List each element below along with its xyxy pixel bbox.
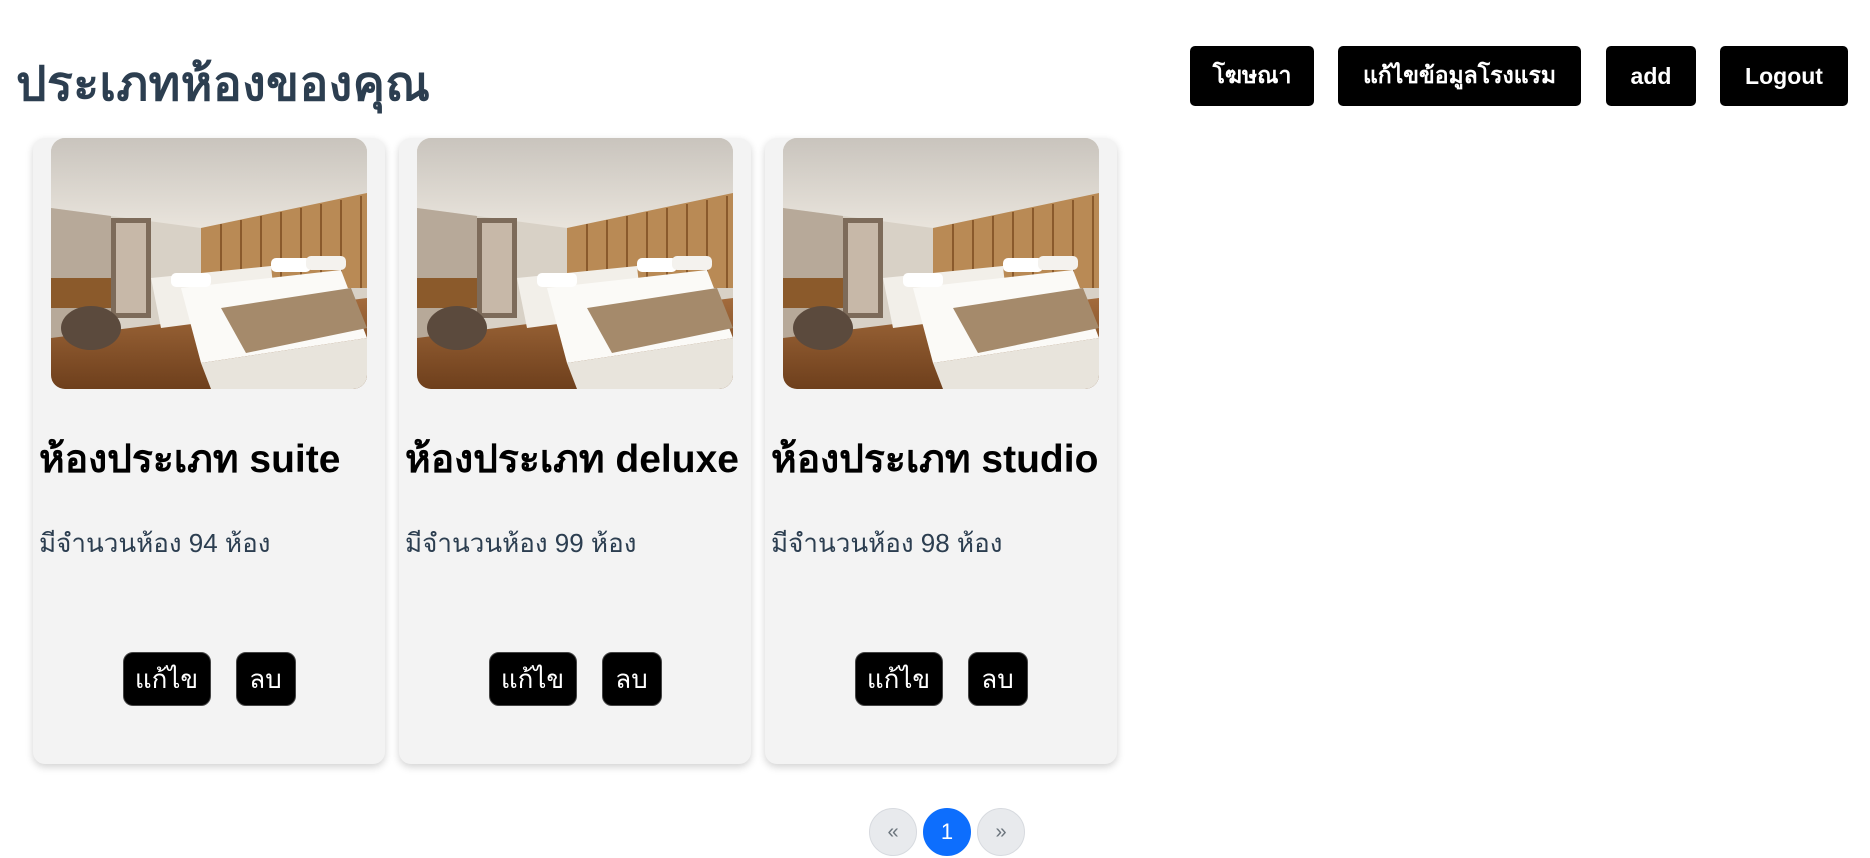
header: ประเภทห้องของคุณ โฆษณา แก้ไขข้อมูลโรงแรม…: [0, 0, 1870, 130]
add-button[interactable]: add: [1606, 46, 1696, 106]
room-image: [783, 138, 1099, 389]
edit-hotel-info-button[interactable]: แก้ไขข้อมูลโรงแรม: [1338, 46, 1581, 106]
room-type-card: ห้องประเภท deluxe มีจำนวนห้อง 99 ห้อง แก…: [399, 138, 751, 764]
card-actions: แก้ไข ลบ: [33, 652, 385, 706]
room-count: มีจำนวนห้อง 98 ห้อง: [771, 528, 1003, 558]
card-actions: แก้ไข ลบ: [765, 652, 1117, 706]
edit-button[interactable]: แก้ไข: [488, 652, 577, 706]
room-image: [51, 138, 367, 389]
room-count: มีจำนวนห้อง 94 ห้อง: [39, 528, 271, 558]
room-type-list: ห้องประเภท suite มีจำนวนห้อง 94 ห้อง แก้…: [33, 138, 1117, 764]
edit-button[interactable]: แก้ไข: [854, 652, 943, 706]
hotel-room-photo: [51, 138, 367, 389]
page-title: ประเภทห้องของคุณ: [16, 58, 431, 111]
hotel-room-photo: [417, 138, 733, 389]
room-type-card: ห้องประเภท suite มีจำนวนห้อง 94 ห้อง แก้…: [33, 138, 385, 764]
delete-button[interactable]: ลบ: [967, 652, 1028, 706]
room-type-title: ห้องประเภท studio: [771, 438, 1099, 481]
pagination: « 1 »: [869, 808, 1025, 856]
pagination-prev-button[interactable]: «: [869, 808, 917, 856]
page: ประเภทห้องของคุณ โฆษณา แก้ไขข้อมูลโรงแรม…: [0, 0, 1870, 858]
room-image: [417, 138, 733, 389]
delete-button[interactable]: ลบ: [601, 652, 662, 706]
room-count: มีจำนวนห้อง 99 ห้อง: [405, 528, 637, 558]
delete-button[interactable]: ลบ: [235, 652, 296, 706]
room-type-title: ห้องประเภท suite: [39, 438, 341, 481]
room-type-title: ห้องประเภท deluxe: [405, 438, 739, 481]
pagination-next-button[interactable]: »: [977, 808, 1025, 856]
room-type-card: ห้องประเภท studio มีจำนวนห้อง 98 ห้อง แก…: [765, 138, 1117, 764]
card-actions: แก้ไข ลบ: [399, 652, 751, 706]
logout-button[interactable]: Logout: [1720, 46, 1848, 106]
ads-button[interactable]: โฆษณา: [1190, 46, 1314, 106]
edit-button[interactable]: แก้ไข: [122, 652, 211, 706]
pagination-page-1[interactable]: 1: [923, 808, 971, 856]
hotel-room-photo: [783, 138, 1099, 389]
